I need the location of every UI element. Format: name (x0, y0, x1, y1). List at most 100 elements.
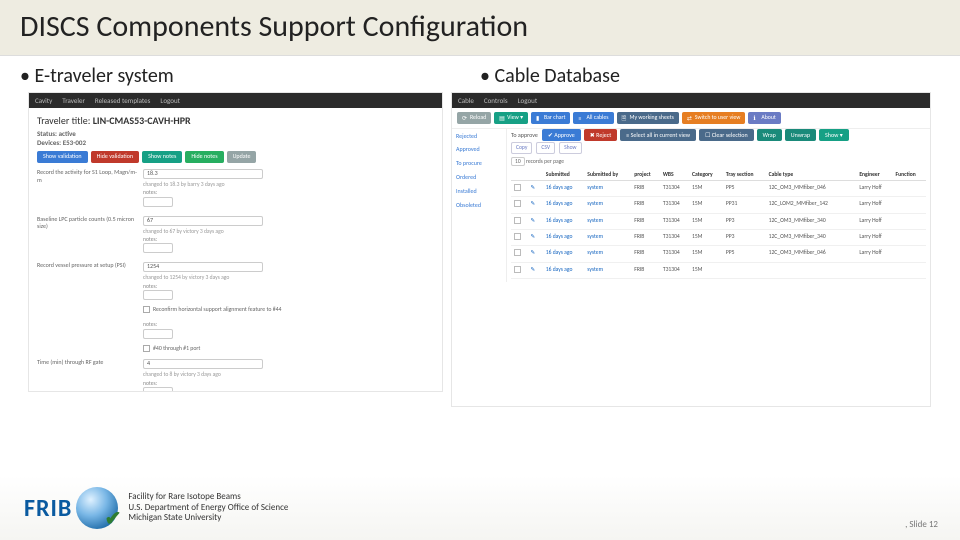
notes-label: notes: (143, 321, 434, 328)
nav-item[interactable]: Cable (458, 96, 474, 105)
step-input[interactable]: 4 (143, 359, 263, 369)
table-row: 16 days agosystemFRIBT3130415M (511, 262, 926, 278)
edit-icon[interactable] (531, 200, 537, 206)
stage-link[interactable]: Obsoleted (456, 202, 502, 210)
my-working-sheets-button[interactable]: My working sheets (617, 112, 679, 124)
step-meta: changed to 67 by victory 3 days ago (143, 228, 434, 235)
stage-link[interactable]: Ordered (456, 174, 502, 182)
column-header[interactable] (528, 169, 543, 181)
column-header[interactable]: Submitted (543, 169, 585, 181)
column-header[interactable]: Tray section (723, 169, 766, 181)
notes-input[interactable] (143, 197, 173, 207)
show-button[interactable]: Show (559, 142, 581, 153)
switch-to-user-view-button[interactable]: Switch to user view (682, 112, 746, 124)
edit-icon[interactable] (531, 233, 537, 239)
table-row: 16 days agosystemFRIBT3130415MPP312C_OM3… (511, 230, 926, 246)
page-size-select[interactable]: 10 (511, 157, 525, 166)
all-cables-button[interactable]: All cables (573, 112, 613, 124)
edit-icon[interactable] (531, 217, 537, 223)
cabledb-screenshot: Cable Controls Logout ReloadView ▾Bar ch… (451, 92, 931, 407)
reload-button[interactable]: Reload (457, 112, 491, 124)
column-header[interactable]: Category (689, 169, 723, 181)
edit-icon[interactable] (531, 249, 537, 255)
select-all-in-current-view-button[interactable]: ≡ Select all in current view (620, 129, 696, 141)
checkbox[interactable] (143, 345, 150, 352)
notes-input[interactable] (143, 387, 173, 392)
stage-link[interactable]: Approved (456, 146, 502, 154)
info-icon (753, 115, 759, 121)
nav-item[interactable]: Logout (160, 96, 180, 105)
nav-item[interactable]: Traveler (62, 96, 85, 105)
step-input[interactable]: 67 (143, 216, 263, 226)
row-checkbox[interactable] (514, 233, 521, 240)
column-header[interactable]: Cable type (766, 169, 849, 181)
traveler-title: Traveler title: LIN-CMAS53-CAVH-HPR (37, 114, 434, 127)
stage-link[interactable]: Rejected (456, 133, 502, 141)
row-checkbox[interactable] (514, 200, 521, 207)
step-input[interactable]: 18.3 (143, 169, 263, 179)
cable-table: SubmittedSubmitted byprojectWBSCategoryT… (511, 169, 926, 279)
table-row: 16 days agosystemFRIBT3130415MPP512C_OM3… (511, 246, 926, 262)
row-checkbox[interactable] (514, 266, 521, 273)
edit-icon[interactable] (531, 266, 537, 272)
approve-button[interactable]: ✔ Approve (542, 129, 581, 141)
nav-item[interactable]: Logout (518, 96, 538, 105)
row-checkbox[interactable] (514, 184, 521, 191)
column-header[interactable] (849, 169, 857, 181)
bar-chart-button[interactable]: Bar chart (531, 112, 571, 124)
slide-number: , Slide 12 (905, 519, 938, 530)
column-header[interactable]: project (631, 169, 660, 181)
unwrap-button[interactable]: Unwrap (785, 129, 816, 141)
csv-button[interactable]: CSV (536, 142, 555, 153)
step-label (37, 320, 137, 354)
step-input[interactable]: 1254 (143, 262, 263, 272)
notes-input[interactable] (143, 243, 173, 253)
step-label: Baseline LPC particle counts (0.5 micron… (37, 216, 137, 258)
stage-link[interactable]: To procure (456, 160, 502, 168)
slide-footer: FRIB Facility for Rare Isotope Beams U.S… (0, 476, 960, 540)
checkbox[interactable] (143, 306, 150, 313)
notes-label: notes: (143, 380, 434, 387)
show-notes-button[interactable]: Show notes (142, 151, 182, 163)
bar-icon (536, 115, 542, 121)
bullets-row: E-traveler system Cable Database (0, 56, 960, 92)
step-meta: changed to 8 by victory 3 days ago (143, 371, 434, 378)
show--button[interactable]: Show ▾ (819, 129, 849, 141)
notes-label: notes: (143, 189, 434, 196)
step-label: Record the activity for S1 Loop, Magn/m-… (37, 169, 137, 211)
hide-validation-button[interactable]: Hide validation (91, 151, 140, 163)
bullet-right: Cable Database (480, 64, 940, 88)
wrap-button[interactable]: Wrap (757, 129, 782, 141)
step-meta: changed to 18.3 by barry 3 days ago (143, 181, 434, 188)
notes-input[interactable] (143, 290, 173, 300)
copy-button[interactable]: Copy (511, 142, 532, 153)
pager: 10 records per page (511, 157, 926, 166)
show-validation-button[interactable]: Show validation (37, 151, 88, 163)
clear-selection-button[interactable]: ☐ Clear selection (699, 129, 754, 141)
switch-icon (687, 115, 693, 121)
step-checkbox-row: #40 through #1 port (143, 345, 434, 353)
frib-subtext: Facility for Rare Isotope Beams U.S. Dep… (128, 492, 288, 523)
edit-icon[interactable] (531, 184, 537, 190)
approve-label: To approve (511, 132, 538, 140)
step-label: Record vessel pressure at setup (PSI) (37, 262, 137, 315)
nav-item[interactable]: Released templates (95, 96, 151, 105)
hide-notes-button[interactable]: Hide notes (185, 151, 223, 163)
column-header[interactable]: Function (893, 169, 926, 181)
view--button[interactable]: View ▾ (494, 112, 528, 124)
nav-item[interactable]: Controls (484, 96, 508, 105)
stage-link[interactable]: Installed (456, 188, 502, 196)
column-header[interactable]: WBS (660, 169, 689, 181)
notes-input[interactable] (143, 329, 173, 339)
nav-item[interactable]: Cavity (35, 96, 52, 105)
reject-button[interactable]: ✖ Reject (584, 129, 618, 141)
column-header[interactable]: Engineer (856, 169, 892, 181)
about-button[interactable]: About (748, 112, 780, 124)
row-checkbox[interactable] (514, 217, 521, 224)
column-header[interactable] (511, 169, 528, 181)
column-header[interactable]: Submitted by (584, 169, 631, 181)
traveler-step: Record vessel pressure at setup (PSI) 125… (37, 262, 434, 315)
row-checkbox[interactable] (514, 249, 521, 256)
update-button[interactable]: Update (227, 151, 257, 163)
notes-label: notes: (143, 283, 434, 290)
